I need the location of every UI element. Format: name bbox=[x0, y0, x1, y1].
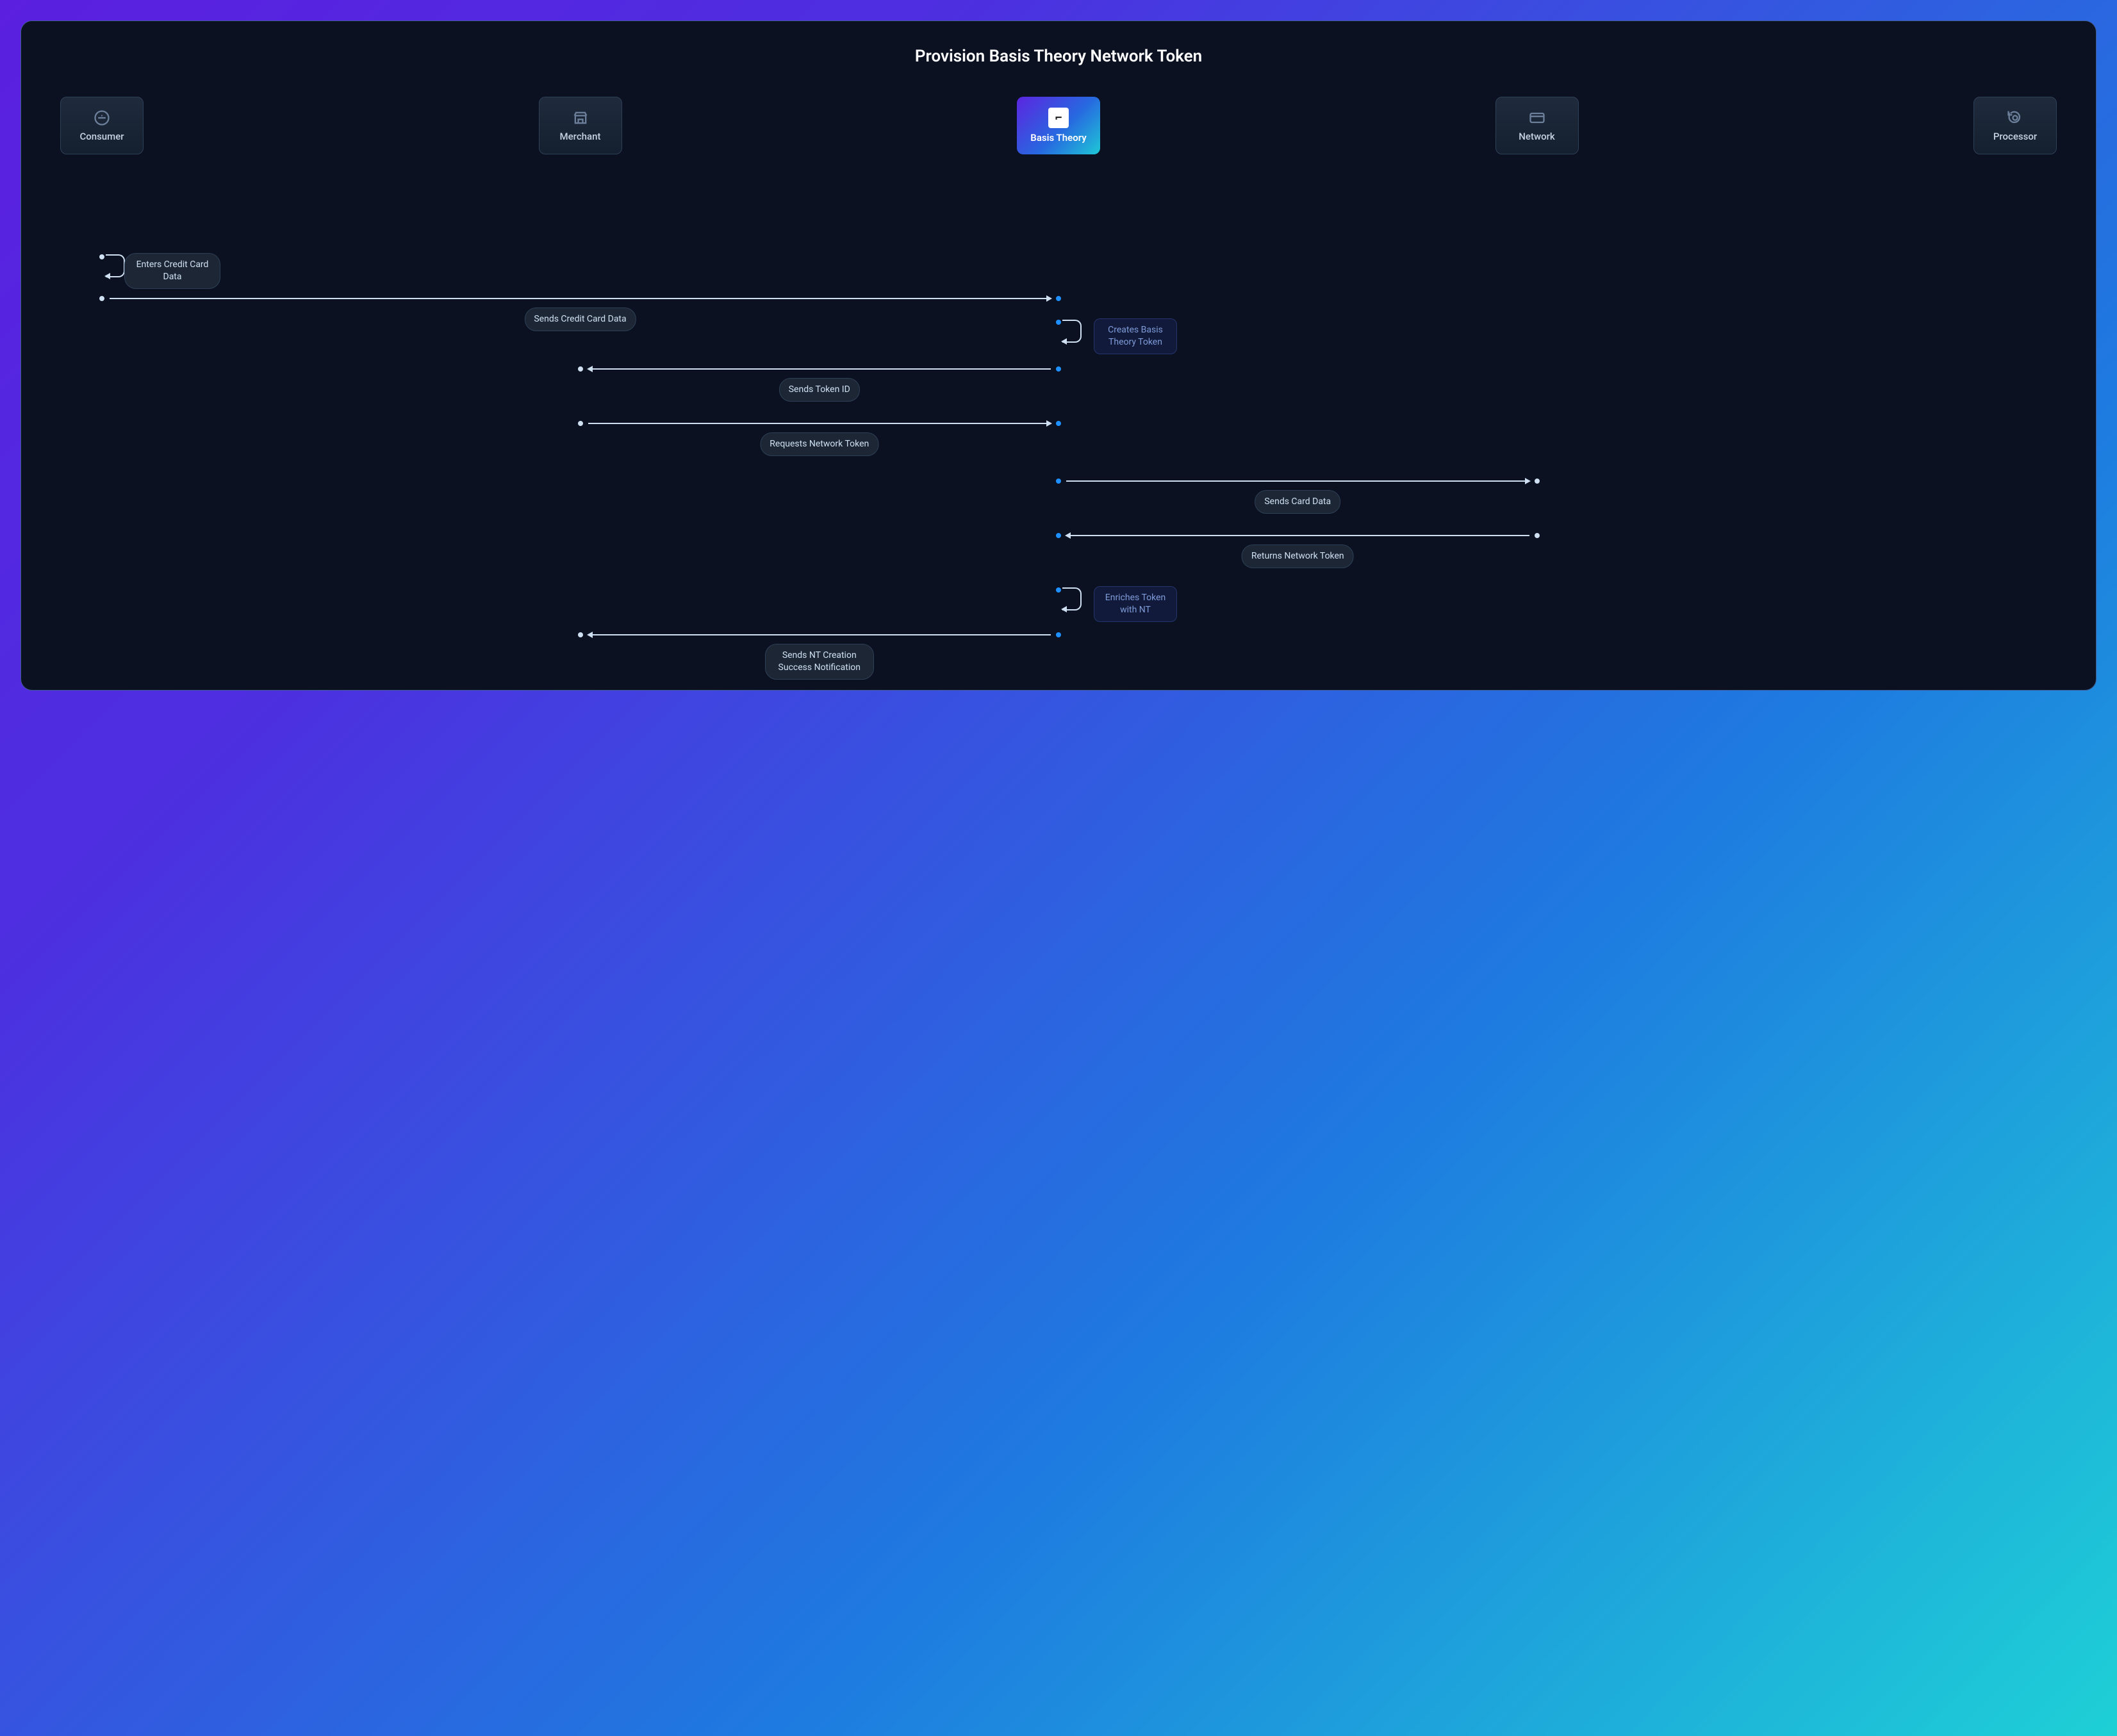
lane-label: Merchant bbox=[560, 131, 601, 142]
lane-consumer: Consumer bbox=[60, 97, 144, 154]
message-label: Requests Network Token bbox=[760, 432, 878, 456]
lifeline-dot bbox=[1055, 477, 1062, 485]
self-message-loop bbox=[1062, 320, 1082, 343]
lifeline-dot bbox=[98, 253, 106, 261]
lane-basis: ⌐ Basis Theory bbox=[1017, 97, 1100, 154]
message-arrow bbox=[588, 368, 1051, 370]
message-arrow bbox=[588, 634, 1051, 635]
lifeline-dot bbox=[1533, 477, 1541, 485]
lifeline-dot bbox=[577, 420, 584, 427]
lifeline-dot bbox=[1055, 631, 1062, 639]
diagram-title: Provision Basis Theory Network Token bbox=[57, 47, 2060, 66]
message-arrow bbox=[1066, 535, 1529, 536]
lifeline-dot bbox=[1055, 318, 1062, 326]
lifeline-dot bbox=[1055, 420, 1062, 427]
basis-theory-logo-icon: ⌐ bbox=[1048, 108, 1069, 128]
lifeline-dot bbox=[1055, 586, 1062, 594]
message-label: Sends NT Creation Success Notification bbox=[765, 644, 874, 680]
message-label: Sends Credit Card Data bbox=[524, 307, 636, 331]
lane-label: Consumer bbox=[79, 131, 124, 142]
lane-merchant: Merchant bbox=[539, 97, 622, 154]
lane-processor: Processor bbox=[1973, 97, 2057, 154]
sequence-canvas: Consumer Merchant ⌐ Basis Theory Network Proc… bbox=[57, 97, 2060, 654]
lane-label: Network bbox=[1519, 131, 1554, 142]
message-label: Enriches Token with NT bbox=[1094, 586, 1177, 622]
message-arrow bbox=[1066, 480, 1529, 482]
lifeline-dot bbox=[1533, 532, 1541, 539]
lane-label: Basis Theory bbox=[1030, 132, 1086, 143]
lifeline-dot bbox=[577, 365, 584, 373]
message-label: Returns Network Token bbox=[1242, 545, 1354, 568]
message-label: Enters Credit Card Data bbox=[124, 253, 220, 289]
message-arrow bbox=[588, 423, 1051, 424]
message-arrow bbox=[110, 298, 1051, 299]
lane-head-network: Network bbox=[1495, 97, 1579, 154]
merchant-icon bbox=[572, 109, 589, 127]
lane-head-processor: Processor bbox=[1973, 97, 2057, 154]
lane-head-basis: ⌐ Basis Theory bbox=[1017, 97, 1100, 154]
message-label: Sends Card Data bbox=[1255, 490, 1340, 514]
processor-icon bbox=[2006, 109, 2024, 127]
lifeline-dot bbox=[1055, 365, 1062, 373]
lifeline-dot bbox=[577, 631, 584, 639]
lifeline-dot bbox=[1055, 295, 1062, 302]
lifeline-dot bbox=[98, 295, 106, 302]
message-label: Creates Basis Theory Token bbox=[1094, 318, 1177, 354]
lane-head-merchant: Merchant bbox=[539, 97, 622, 154]
lane-label: Processor bbox=[1993, 131, 2037, 142]
lane-head-consumer: Consumer bbox=[60, 97, 144, 154]
self-message-loop bbox=[106, 254, 125, 277]
message-label: Sends Token ID bbox=[779, 378, 860, 402]
diagram-frame: Provision Basis Theory Network Token Con… bbox=[21, 20, 2096, 691]
consumer-icon bbox=[93, 109, 111, 127]
lifeline-dot bbox=[1055, 532, 1062, 539]
network-icon bbox=[1528, 109, 1546, 127]
self-message-loop bbox=[1062, 587, 1082, 610]
lane-network: Network bbox=[1495, 97, 1579, 154]
